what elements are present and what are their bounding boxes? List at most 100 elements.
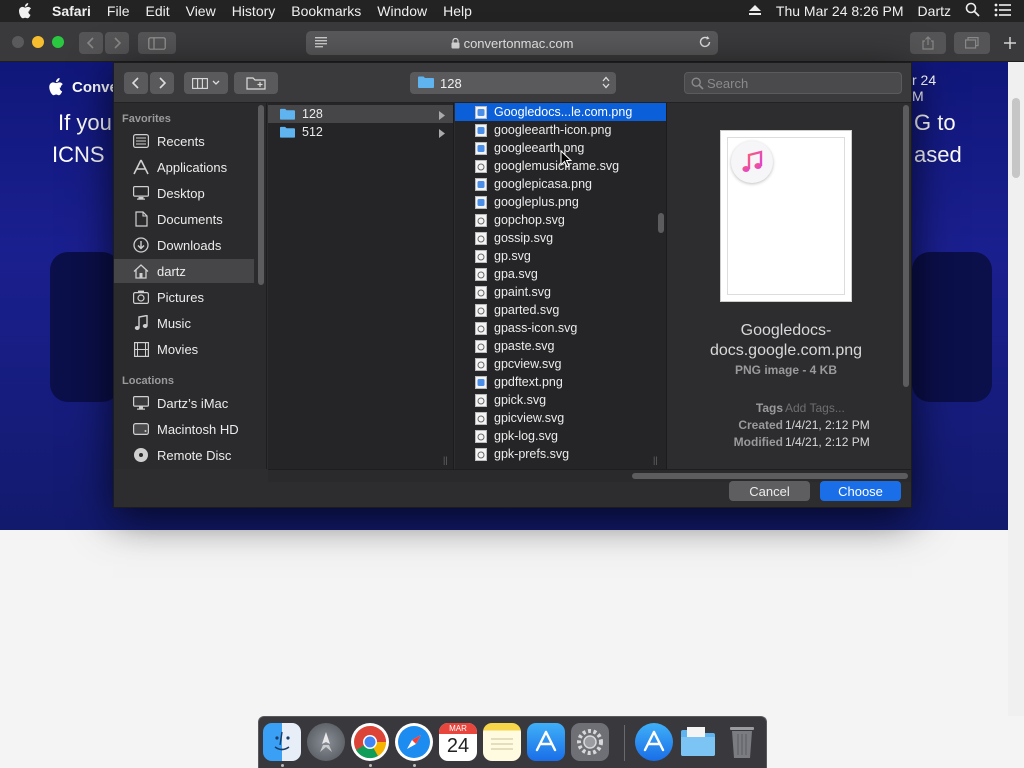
sidebar-item-imac[interactable]: Dartz’s iMac	[114, 391, 254, 415]
dialog-back-button[interactable]	[124, 72, 148, 94]
calendar-day: 24	[446, 735, 470, 757]
sidebar-item-music[interactable]: Music	[114, 311, 254, 335]
music-note-icon	[731, 141, 773, 183]
site-brand[interactable]: Conve	[48, 78, 118, 96]
app-store-download-icon[interactable]	[635, 723, 673, 761]
menu-window[interactable]: Window	[377, 3, 427, 19]
app-store-icon[interactable]	[527, 723, 565, 761]
column-resize-handle[interactable]: ||	[443, 455, 448, 465]
address-bar[interactable]: convertonmac.com	[306, 31, 718, 55]
file-row[interactable]: gossip.svg	[455, 229, 666, 247]
sidebar-item-applications[interactable]: Applications	[114, 155, 254, 179]
forward-button[interactable]	[105, 32, 129, 54]
sidebar-item-documents[interactable]: Documents	[114, 207, 254, 231]
location-popup[interactable]: 128	[410, 72, 616, 94]
choose-button[interactable]: Choose	[820, 481, 901, 501]
updown-arrows-icon	[602, 76, 610, 92]
file-row[interactable]: gpaste.svg	[455, 337, 666, 355]
file-row[interactable]: gpa.svg	[455, 265, 666, 283]
share-button[interactable]	[910, 32, 946, 54]
menu-edit[interactable]: Edit	[145, 3, 169, 19]
menu-clock[interactable]: Thu Mar 24 8:26 PM	[776, 3, 904, 19]
sidebar-scrollbar[interactable]	[257, 105, 265, 285]
running-indicator	[413, 764, 416, 767]
webpage-scrollbar-thumb[interactable]	[1012, 98, 1020, 178]
file-row[interactable]: Googledocs...le.com.png	[455, 103, 666, 121]
sidebar-item-remote-disc[interactable]: Remote Disc	[114, 443, 254, 467]
sidebar-scrollbar-thumb[interactable]	[258, 105, 264, 285]
system-preferences-icon[interactable]	[571, 723, 609, 761]
close-window-button[interactable]	[12, 36, 24, 48]
reader-icon[interactable]	[314, 36, 328, 51]
file-row[interactable]: gparted.svg	[455, 301, 666, 319]
reload-icon[interactable]	[698, 35, 712, 52]
horizontal-scrollbar-thumb[interactable]	[632, 473, 908, 479]
menu-help[interactable]: Help	[443, 3, 472, 19]
file-row[interactable]: gpdftext.png	[455, 373, 666, 391]
search-icon	[691, 77, 704, 93]
new-folder-button[interactable]	[234, 72, 278, 94]
sidebar-item-pictures[interactable]: Pictures	[114, 285, 254, 309]
new-tab-button[interactable]	[998, 32, 1022, 54]
chrome-icon[interactable]	[351, 723, 389, 761]
menu-user[interactable]: Dartz	[918, 3, 951, 19]
horizontal-scrollbar[interactable]	[268, 469, 911, 482]
minimize-window-button[interactable]	[32, 36, 44, 48]
menu-view[interactable]: View	[186, 3, 216, 19]
zoom-window-button[interactable]	[52, 36, 64, 48]
file-row[interactable]: gpk-log.svg	[455, 427, 666, 445]
finder-icon[interactable]	[263, 723, 301, 761]
file-row[interactable]: gpass-icon.svg	[455, 319, 666, 337]
file-row[interactable]: gpicview.svg	[455, 409, 666, 427]
launchpad-icon[interactable]	[307, 723, 345, 761]
file-row[interactable]: googleearth-icon.png	[455, 121, 666, 139]
tags-field[interactable]: Add Tags...	[785, 401, 845, 415]
sidebar-item-home[interactable]: dartz	[114, 259, 254, 283]
file-row[interactable]: gopchop.svg	[455, 211, 666, 229]
view-mode-button[interactable]	[184, 72, 228, 94]
menu-file[interactable]: File	[107, 3, 130, 19]
notes-icon[interactable]	[483, 723, 521, 761]
file-row[interactable]: gpick.svg	[455, 391, 666, 409]
folder-row-128[interactable]: 128	[268, 105, 453, 123]
safari-icon[interactable]	[395, 723, 433, 761]
notification-center-icon[interactable]	[994, 3, 1012, 20]
eject-icon[interactable]	[748, 3, 762, 19]
sidebar-item-recents[interactable]: Recents	[114, 129, 254, 153]
file-row[interactable]: gpk-prefs.svg	[455, 445, 666, 463]
webpage-scrollbar[interactable]	[1008, 62, 1024, 716]
search-input[interactable]	[707, 75, 887, 91]
dialog-forward-button[interactable]	[150, 72, 174, 94]
sidebar-item-label: Dartz’s iMac	[157, 395, 229, 411]
file-row[interactable]: gpcview.svg	[455, 355, 666, 373]
sidebar-item-macintosh-hd[interactable]: Macintosh HD	[114, 417, 254, 441]
file-row[interactable]: gp.svg	[455, 247, 666, 265]
sidebar-item-downloads[interactable]: Downloads	[114, 233, 254, 257]
menu-bookmarks[interactable]: Bookmarks	[291, 3, 361, 19]
preview-scrollbar-thumb[interactable]	[903, 105, 909, 387]
menu-history[interactable]: History	[232, 3, 276, 19]
search-field[interactable]	[684, 72, 902, 94]
back-button[interactable]	[79, 32, 103, 54]
file-row[interactable]: gpaint.svg	[455, 283, 666, 301]
sidebar-item-movies[interactable]: Movies	[114, 337, 254, 361]
file-row[interactable]: googleplus.png	[455, 193, 666, 211]
file-row[interactable]: googlepicasa.png	[455, 175, 666, 193]
spotlight-icon[interactable]	[965, 2, 980, 20]
svg-file-icon	[475, 447, 487, 461]
show-tabs-button[interactable]	[954, 32, 990, 54]
preview-filename-line-2: docs.google.com.png	[709, 342, 863, 359]
menu-safari[interactable]: Safari	[52, 3, 91, 19]
cancel-button[interactable]: Cancel	[729, 481, 810, 501]
preview-scrollbar[interactable]	[902, 105, 910, 435]
folder-row-512[interactable]: 512	[268, 123, 453, 141]
sidebar-item-desktop[interactable]: Desktop	[114, 181, 254, 205]
apple-menu-icon[interactable]	[18, 3, 38, 19]
calendar-icon[interactable]: MAR 24	[439, 723, 477, 761]
sidebar-toggle-button[interactable]	[138, 32, 176, 54]
folder-icon[interactable]	[679, 723, 717, 761]
sidebar-item-label: Movies	[157, 341, 199, 357]
hero-text-left-1: If you	[58, 110, 112, 135]
trash-icon[interactable]	[723, 723, 761, 761]
plus-icon	[1004, 37, 1016, 49]
